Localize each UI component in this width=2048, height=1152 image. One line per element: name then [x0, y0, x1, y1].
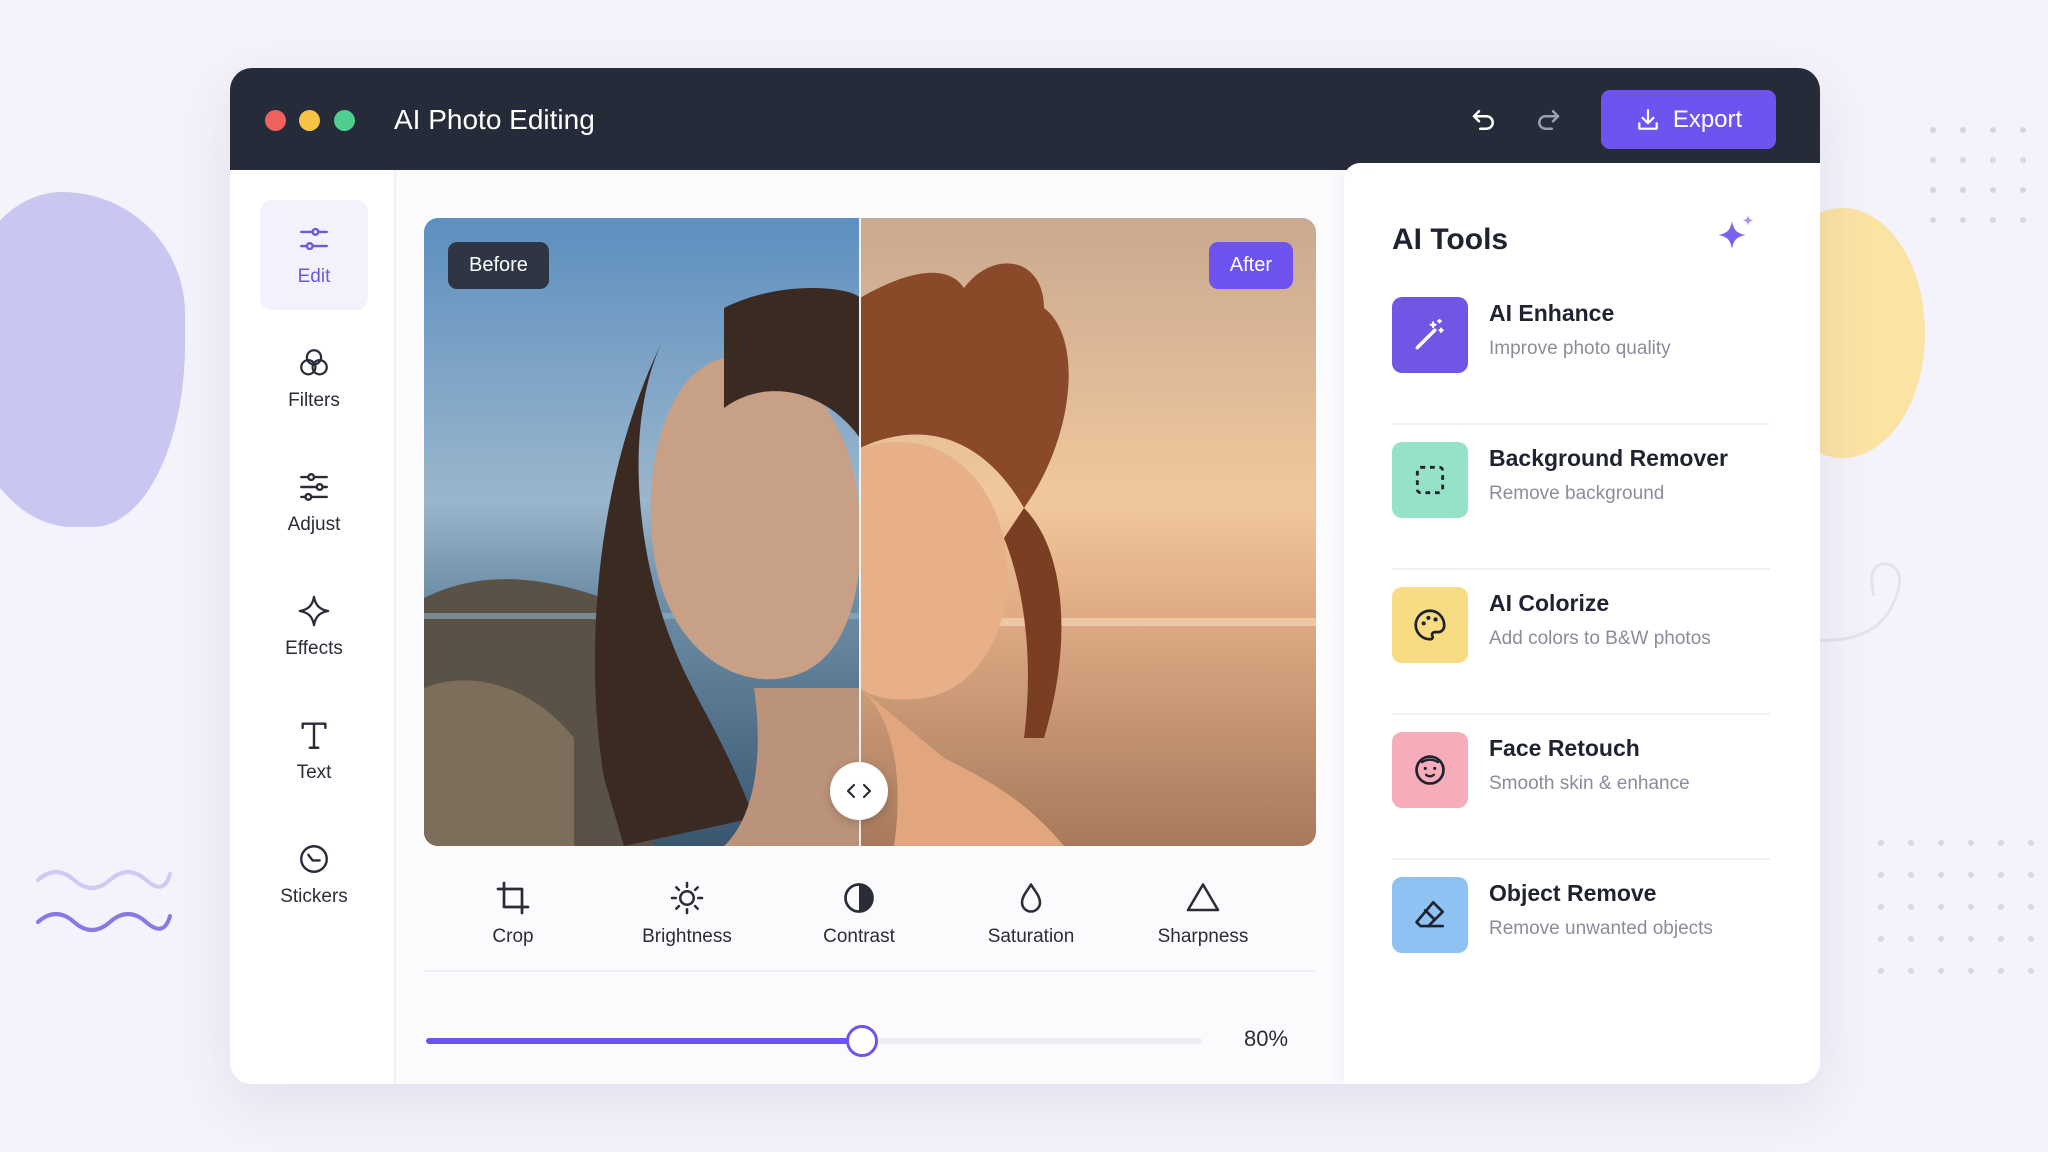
sidebar-item-edit[interactable]: Edit [260, 200, 368, 310]
sliders-icon [300, 227, 328, 251]
sidebar-item-filters[interactable]: Filters [260, 324, 368, 434]
sidebar-item-label: Text [296, 762, 332, 783]
minimize-window-button[interactable] [299, 110, 320, 131]
ai-tool-desc: Remove unwanted objects [1489, 918, 1713, 939]
redo-icon [1538, 110, 1560, 130]
sidebar-item-label: Filters [288, 390, 340, 411]
slider-fill [426, 1038, 861, 1044]
ai-tool-desc: Smooth skin & enhance [1489, 773, 1690, 794]
slider-thumb[interactable] [845, 1025, 878, 1057]
tool-label: Sharpness [1157, 926, 1249, 947]
ai-tool-icon-box [1392, 587, 1468, 663]
face-icon [1415, 755, 1445, 785]
decorative-curl [1811, 562, 1901, 642]
adjustment-toolbar: Crop Brightness Contrast Saturation Shar… [424, 870, 1316, 972]
ai-tool-name: Background Remover [1489, 445, 1729, 471]
tool-brightness[interactable]: Brightness [617, 880, 757, 948]
decorative-waves [36, 870, 172, 932]
sun-icon [670, 881, 704, 915]
sidebar-item-stickers[interactable]: Stickers [260, 820, 368, 930]
decorative-blob-purple [0, 192, 185, 527]
sidebar-item-text[interactable]: Text [260, 696, 368, 806]
editor-canvas: Before After Crop Brightness Contrast Sa… [396, 170, 1506, 1084]
ai-tool-desc: Improve photo quality [1489, 338, 1671, 359]
adjust-icon [300, 473, 328, 501]
sidebar-item-label: Stickers [280, 886, 348, 907]
compare-divider [859, 218, 861, 846]
tool-label: Crop [492, 926, 534, 947]
sparkle-icon [298, 595, 330, 627]
compare-slider-handle[interactable] [830, 762, 888, 820]
contrast-icon [844, 883, 874, 913]
tool-sharpness[interactable]: Sharpness [1133, 880, 1273, 948]
photo-preview[interactable]: Before After [424, 218, 1316, 846]
adjustment-slider[interactable] [426, 1025, 1202, 1057]
tool-saturation[interactable]: Saturation [961, 880, 1101, 948]
decorative-dots-bottom [1878, 840, 2034, 974]
ai-tool-enhance[interactable]: AI Enhance Improve photo quality [1392, 278, 1770, 425]
before-badge: Before [448, 242, 549, 289]
ai-tools-panel: AI Tools AI Enhance Improve photo qualit… [1344, 163, 1820, 1084]
tool-label: Brightness [642, 926, 732, 947]
redo-button[interactable] [1530, 102, 1566, 138]
palette-icon [1414, 609, 1446, 641]
sticker-icon [300, 845, 328, 873]
decorative-dots-top [1930, 127, 2026, 223]
ai-tool-icon-box [1392, 442, 1468, 518]
ai-tool-icon-box [1392, 297, 1468, 373]
eraser-icon [1415, 900, 1445, 928]
portrait-photo [424, 218, 1316, 846]
ai-tool-name: Object Remove [1489, 880, 1657, 906]
tool-label: Contrast [823, 926, 895, 947]
ai-sparkle-icon [1718, 215, 1754, 249]
ai-tool-object-remove[interactable]: Object Remove Remove unwanted objects [1392, 858, 1770, 1003]
sidebar-item-label: Edit [297, 266, 331, 287]
tool-crop[interactable]: Crop [443, 880, 583, 948]
ai-tools-title: AI Tools [1392, 223, 1509, 256]
ai-tool-name: AI Enhance [1489, 300, 1615, 326]
undo-icon [1472, 110, 1494, 130]
chevrons-left-right-icon [846, 783, 872, 799]
ai-tool-name: Face Retouch [1489, 735, 1640, 761]
filters-icon [300, 349, 328, 376]
ai-tool-background-remover[interactable]: Background Remover Remove background [1392, 423, 1770, 570]
selection-icon [1415, 465, 1445, 495]
sidebar-item-adjust[interactable]: Adjust [260, 448, 368, 558]
magic-wand-icon [1415, 318, 1444, 350]
export-button[interactable]: Export [1601, 90, 1776, 149]
ai-tool-colorize[interactable]: AI Colorize Add colors to B&W photos [1392, 568, 1770, 715]
ai-tool-face-retouch[interactable]: Face Retouch Smooth skin & enhance [1392, 713, 1770, 860]
ai-tool-desc: Remove background [1489, 483, 1665, 504]
app-window: AI Photo Editing Export Edit Filters Adj… [230, 68, 1820, 1084]
after-badge: After [1208, 242, 1293, 289]
drop-icon [1020, 883, 1042, 913]
ai-tool-name: AI Colorize [1489, 590, 1610, 616]
undo-button[interactable] [1466, 102, 1502, 138]
slider-value: 80% [1244, 1026, 1289, 1051]
ai-tool-icon-box [1392, 877, 1468, 953]
download-icon [1638, 108, 1658, 130]
ai-tool-icon-box [1392, 732, 1468, 808]
ai-tool-desc: Add colors to B&W photos [1489, 628, 1711, 649]
app-title: AI Photo Editing [394, 104, 595, 135]
export-label: Export [1672, 105, 1743, 133]
text-icon [301, 722, 327, 749]
title-bar: AI Photo Editing Export [230, 68, 1820, 170]
maximize-window-button[interactable] [334, 110, 355, 131]
crop-icon [496, 881, 530, 915]
sidebar-item-label: Adjust [287, 514, 341, 535]
sidebar-item-label: Effects [285, 638, 343, 659]
sidebar-item-effects[interactable]: Effects [260, 572, 368, 682]
tool-label: Saturation [987, 926, 1075, 947]
tool-contrast[interactable]: Contrast [789, 880, 929, 948]
close-window-button[interactable] [265, 110, 286, 131]
left-sidebar: Edit Filters Adjust Effects Text Sticker… [230, 170, 396, 1084]
triangle-icon [1186, 883, 1220, 912]
